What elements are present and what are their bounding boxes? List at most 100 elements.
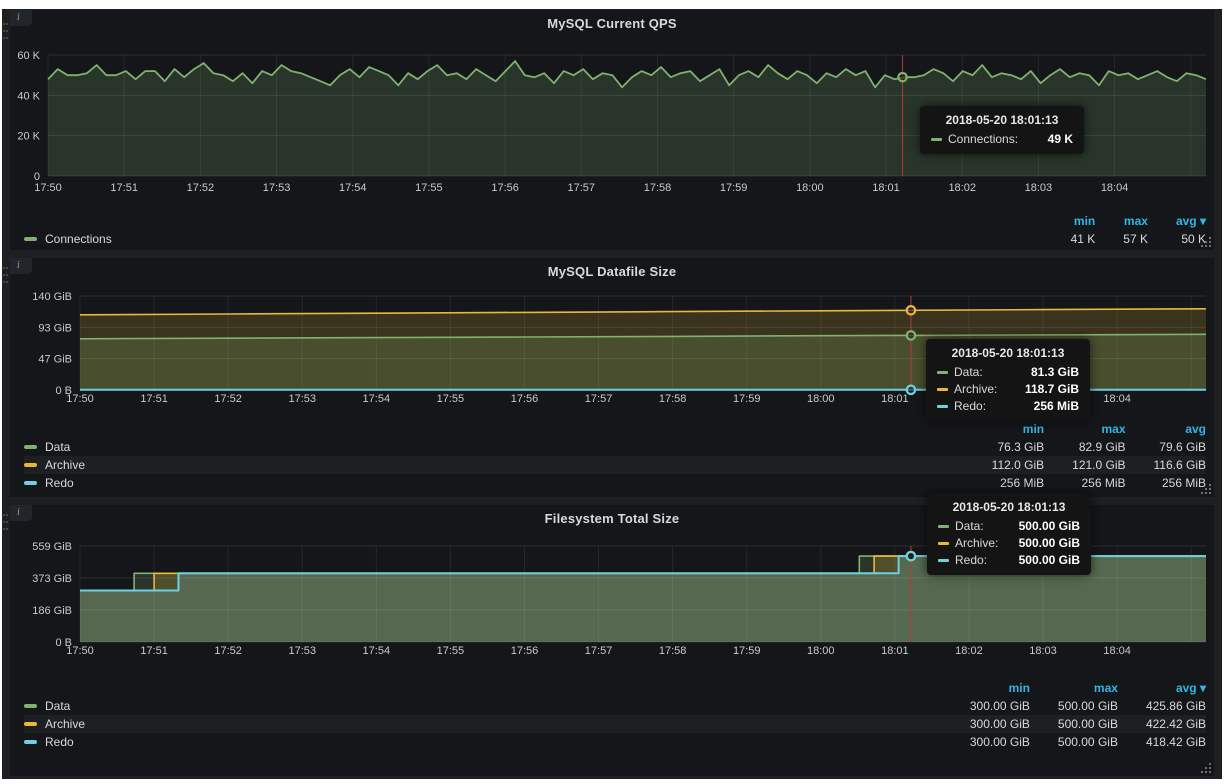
- tooltip-series-name: Archive:: [954, 382, 1013, 396]
- legend-stat-value: 76.3 GiB: [964, 438, 1044, 456]
- x-axis-tick-label: 17:58: [659, 645, 687, 657]
- legend-stat-value: 79.6 GiB: [1126, 438, 1206, 456]
- y-axis-tick-label: 186 GiB: [32, 605, 72, 617]
- row-drag-handle[interactable]: [2, 266, 9, 288]
- x-axis-tick-label: 17:59: [733, 393, 761, 405]
- row-drag-handle[interactable]: [2, 513, 9, 535]
- tooltip-timestamp: 2018-05-20 18:01:13: [937, 346, 1079, 360]
- legend-stat-value: 418.42 GiB: [1118, 733, 1206, 751]
- legend-series-toggle[interactable]: Data: [24, 438, 964, 456]
- info-icon[interactable]: i: [10, 258, 32, 274]
- crosshair-point-data: [907, 331, 915, 339]
- legend-stat-value: 50 K: [1148, 230, 1206, 248]
- x-axis-tick-label: 18:01: [872, 182, 900, 194]
- series-color-dash-icon: [24, 481, 37, 485]
- legend-stat-value: 116.6 GiB: [1126, 456, 1206, 474]
- x-axis-tick-label: 18:01: [881, 645, 909, 657]
- x-axis-tick-label: 17:54: [339, 182, 367, 194]
- legend-stat-header[interactable]: max: [1044, 420, 1125, 438]
- tooltip-timestamp: 2018-05-20 18:01:13: [938, 500, 1080, 514]
- x-axis-tick-label: 18:02: [955, 645, 983, 657]
- legend-stat-header[interactable]: avg ▾: [1148, 212, 1206, 230]
- legend-stat-header[interactable]: min: [1043, 212, 1096, 230]
- legend-stat-header[interactable]: avg ▾: [1118, 679, 1206, 697]
- legend-stat-value: 41 K: [1043, 230, 1096, 248]
- legend-header-row: minmaxavg ▾: [24, 212, 1206, 230]
- legend-series-row: Data300.00 GiB500.00 GiB425.86 GiB: [24, 697, 1206, 715]
- chart-tooltip: 2018-05-20 18:01:13 Connections:49 K: [920, 106, 1084, 154]
- x-axis-tick-label: 18:04: [1101, 182, 1129, 194]
- panel-title[interactable]: MySQL Datafile Size: [10, 264, 1214, 279]
- legend-stat-header[interactable]: max: [1030, 679, 1118, 697]
- info-icon[interactable]: i: [10, 505, 32, 521]
- x-axis-tick-label: 17:55: [415, 182, 443, 194]
- series-color-dash-icon: [931, 138, 942, 141]
- legend-series-toggle[interactable]: Redo: [24, 733, 942, 751]
- tooltip-series-name: Redo:: [955, 553, 1003, 567]
- y-axis-tick-label: 20 K: [17, 131, 40, 143]
- panel-title[interactable]: MySQL Current QPS: [10, 16, 1214, 31]
- tooltip-series-value: 81.3 GiB: [1031, 365, 1079, 379]
- series-color-dash-icon: [937, 405, 948, 408]
- tooltip-series-name: Archive:: [955, 536, 1014, 550]
- legend-header-row: minmaxavg: [24, 420, 1206, 438]
- x-axis-tick-label: 17:56: [511, 393, 539, 405]
- tooltip-series-name: Data:: [954, 365, 999, 379]
- x-axis-tick-label: 17:55: [437, 645, 465, 657]
- legend-stat-value: 300.00 GiB: [942, 715, 1030, 733]
- tooltip-series-row: Data:500.00 GiB: [938, 519, 1080, 533]
- legend-stat-value: 256 MiB: [1126, 474, 1206, 492]
- y-axis-tick-label: 47 GiB: [38, 354, 72, 366]
- tooltip-series-row: Redo:256 MiB: [937, 399, 1079, 413]
- crosshair-point-archive: [907, 306, 915, 314]
- series-color-dash-icon: [938, 542, 949, 545]
- x-axis-tick-label: 18:04: [1103, 645, 1131, 657]
- x-axis-tick-label: 18:00: [796, 182, 824, 194]
- x-axis-tick-label: 17:51: [140, 645, 168, 657]
- legend-series-row: Connections41 K57 K50 K: [24, 230, 1206, 248]
- tooltip-series-name: Redo:: [954, 399, 1002, 413]
- legend-series-toggle[interactable]: Archive: [24, 456, 964, 474]
- resize-handle-icon[interactable]: [1201, 484, 1211, 494]
- x-axis-tick-label: 17:53: [263, 182, 291, 194]
- legend-stat-header[interactable]: avg: [1126, 420, 1206, 438]
- y-axis-tick-label: 140 GiB: [32, 291, 72, 303]
- resize-handle-icon[interactable]: [1201, 763, 1211, 773]
- legend-stat-value: 256 MiB: [1044, 474, 1125, 492]
- x-axis-tick-label: 17:55: [437, 393, 465, 405]
- legend-stat-value: 121.0 GiB: [1044, 456, 1125, 474]
- row-drag-handle[interactable]: [2, 22, 9, 44]
- legend-stat-header[interactable]: min: [942, 679, 1030, 697]
- legend-series-toggle[interactable]: Archive: [24, 715, 942, 733]
- x-axis-tick-label: 17:54: [363, 393, 391, 405]
- tooltip-series-value: 500.00 GiB: [1019, 519, 1080, 533]
- legend-stat-value: 82.9 GiB: [1044, 438, 1125, 456]
- y-axis-tick-label: 559 GiB: [32, 541, 72, 553]
- series-color-dash-icon: [24, 722, 37, 726]
- chart-tooltip: 2018-05-20 18:01:13 Data:500.00 GiB Archi…: [927, 493, 1091, 575]
- tooltip-series-row: Data: 81.3 GiB: [937, 365, 1079, 379]
- legend-series-toggle[interactable]: Data: [24, 697, 942, 715]
- x-axis-tick-label: 17:56: [511, 645, 539, 657]
- x-axis-tick-label: 18:03: [1025, 182, 1053, 194]
- chart-tooltip: 2018-05-20 18:01:13 Data: 81.3 GiB Archive…: [926, 339, 1090, 421]
- tooltip-series-row: Connections:49 K: [931, 132, 1073, 146]
- legend-series-toggle[interactable]: Connections: [24, 230, 1043, 248]
- x-axis-tick-label: 17:54: [363, 645, 391, 657]
- legend-stat-value: 500.00 GiB: [1030, 733, 1118, 751]
- resize-handle-icon[interactable]: [1201, 237, 1211, 247]
- series-color-dash-icon: [938, 525, 949, 528]
- legend-series-row: Redo256 MiB256 MiB256 MiB: [24, 474, 1206, 492]
- legend-header-spacer: [24, 679, 942, 697]
- legend-stat-header[interactable]: max: [1095, 212, 1148, 230]
- info-icon[interactable]: i: [10, 10, 32, 26]
- series-color-dash-icon: [24, 445, 37, 449]
- legend-header-spacer: [24, 420, 964, 438]
- legend-stat-value: 422.42 GiB: [1118, 715, 1206, 733]
- legend-header-row: minmaxavg ▾: [24, 679, 1206, 697]
- series-color-dash-icon: [937, 371, 948, 374]
- x-axis-tick-label: 17:53: [288, 393, 316, 405]
- legend-stat-header[interactable]: min: [964, 420, 1044, 438]
- legend-header-spacer: [24, 212, 1043, 230]
- legend-series-toggle[interactable]: Redo: [24, 474, 964, 492]
